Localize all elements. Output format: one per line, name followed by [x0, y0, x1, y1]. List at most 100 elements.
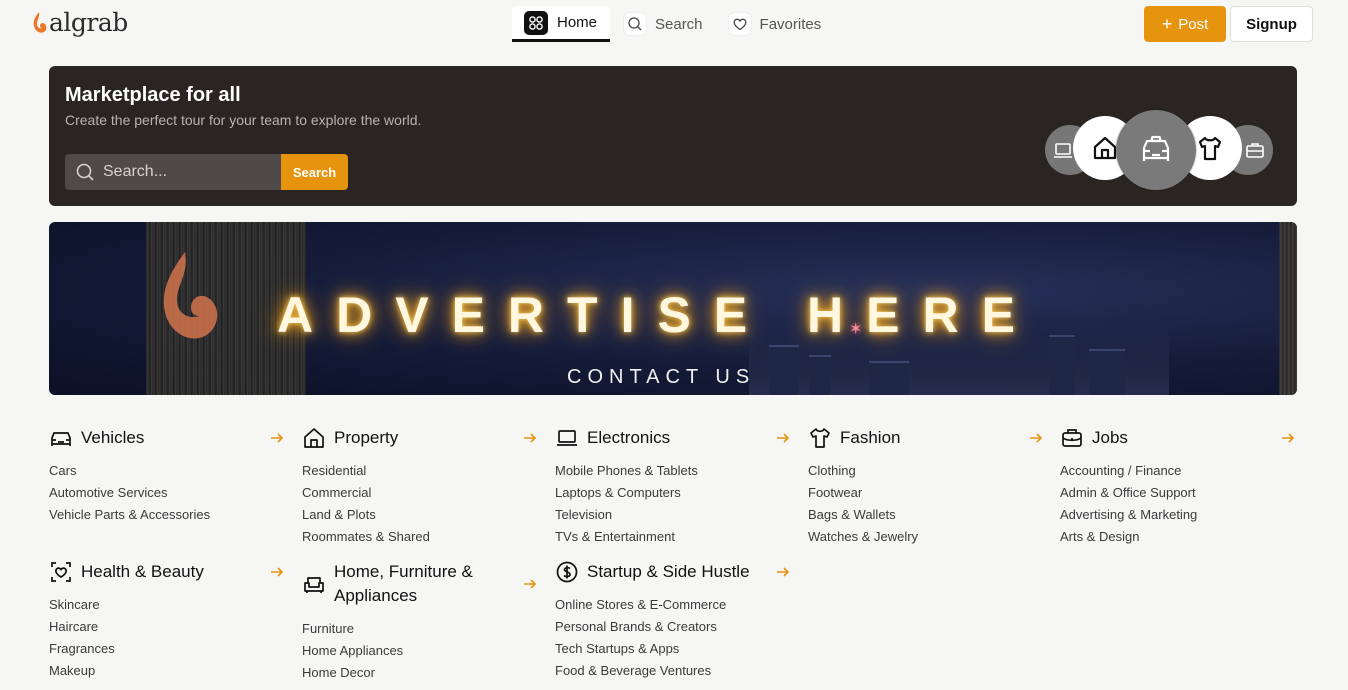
hero-search-input[interactable]: Search...	[65, 154, 281, 190]
list-item[interactable]: Laptops & Computers	[555, 482, 791, 504]
category-title: Jobs	[1092, 428, 1128, 447]
list-item[interactable]: Commercial	[302, 482, 538, 504]
banner-cta[interactable]: CONTACT US	[567, 366, 755, 389]
hero-subtitle: Create the perfect tour for your team to…	[65, 112, 422, 128]
list-item[interactable]: Bags & Wallets	[808, 504, 1044, 526]
category-header[interactable]: Home, Furniture & Appliances	[302, 560, 538, 608]
list-item[interactable]: TVs & Entertainment	[555, 526, 791, 548]
list-item[interactable]: Home Appliances	[302, 640, 538, 662]
list-item[interactable]: Admin & Office Support	[1060, 482, 1296, 504]
category-health-beauty: Health & Beauty Skincare Haircare Fragra…	[49, 560, 285, 682]
list-item[interactable]: Personal Brands & Creators	[555, 616, 791, 638]
list-item[interactable]: Arts & Design	[1060, 526, 1296, 548]
category-list: Accounting / Finance Admin & Office Supp…	[1060, 460, 1296, 548]
list-item[interactable]: Watches & Jewelry	[808, 526, 1044, 548]
list-item[interactable]: Footwear	[808, 482, 1044, 504]
main-nav: Home Search Favorites	[512, 6, 835, 42]
nav-favorites[interactable]: Favorites	[717, 6, 834, 42]
arrow-right-icon[interactable]	[522, 560, 538, 608]
nav-search-label: Search	[655, 15, 703, 33]
category-list: Mobile Phones & Tablets Laptops & Comput…	[555, 460, 791, 548]
search-icon	[624, 13, 646, 35]
list-item[interactable]: Fragrances	[49, 638, 285, 660]
flame-logo-icon	[163, 252, 218, 339]
arrow-right-icon[interactable]	[1280, 426, 1296, 450]
car-icon[interactable]	[1116, 110, 1196, 190]
category-title: Home, Furniture & Appliances	[334, 562, 473, 605]
category-header[interactable]: Health & Beauty	[49, 560, 285, 584]
list-item[interactable]: Television	[555, 504, 791, 526]
arrow-right-icon[interactable]	[269, 426, 285, 450]
brand-name: algrab	[49, 8, 128, 37]
arrow-right-icon[interactable]	[1028, 426, 1044, 450]
list-item[interactable]: Automotive Services	[49, 482, 285, 504]
category-carousel	[1043, 108, 1273, 194]
category-title: Health & Beauty	[81, 562, 204, 581]
list-item[interactable]: Furniture	[302, 618, 538, 640]
list-item[interactable]: Land & Plots	[302, 504, 538, 526]
category-title: Startup & Side Hustle	[587, 562, 750, 581]
hero-panel: Marketplace for all Create the perfect t…	[49, 66, 1297, 206]
category-list: Furniture Home Appliances Home Decor	[302, 618, 538, 684]
list-item[interactable]: Home Decor	[302, 662, 538, 684]
nav-home-label: Home	[557, 14, 598, 31]
list-item[interactable]: Cars	[49, 460, 285, 482]
hero-search-button[interactable]: Search	[281, 154, 348, 190]
list-item[interactable]: Tech Startups & Apps	[555, 638, 791, 660]
arrow-right-icon[interactable]	[522, 426, 538, 450]
list-item[interactable]: Haircare	[49, 616, 285, 638]
category-list: Clothing Footwear Bags & Wallets Watches…	[808, 460, 1044, 548]
car-icon	[49, 426, 73, 450]
post-button[interactable]: + Post	[1144, 6, 1226, 42]
category-title: Electronics	[587, 428, 671, 447]
briefcase-icon	[1060, 426, 1084, 450]
shirt-icon	[808, 426, 832, 450]
list-item[interactable]: Makeup	[49, 660, 285, 682]
list-item[interactable]: Food & Beverage Ventures	[555, 660, 791, 682]
category-title: Vehicles	[81, 428, 145, 447]
arrow-right-icon[interactable]	[775, 560, 791, 584]
brand-logo[interactable]: algrab	[32, 8, 128, 37]
list-item[interactable]: Skincare	[49, 594, 285, 616]
laptop-icon	[555, 426, 579, 450]
nav-home[interactable]: Home	[512, 6, 610, 42]
nav-search[interactable]: Search	[612, 6, 715, 42]
nav-favorites-label: Favorites	[759, 15, 822, 33]
list-item[interactable]: Accounting / Finance	[1060, 460, 1296, 482]
category-header[interactable]: Vehicles	[49, 426, 285, 450]
heart-icon	[49, 560, 73, 584]
category-title: Fashion	[840, 428, 901, 447]
category-header[interactable]: Startup & Side Hustle	[555, 560, 791, 584]
category-header[interactable]: Fashion	[808, 426, 1044, 450]
hero-search-placeholder: Search...	[103, 163, 168, 180]
hero-search-bar: Search... Search	[65, 154, 348, 190]
arrow-right-icon[interactable]	[775, 426, 791, 450]
category-jobs: Jobs Accounting / Finance Admin & Office…	[1060, 426, 1296, 548]
category-list: Skincare Haircare Fragrances Makeup	[49, 594, 285, 682]
category-header[interactable]: Electronics	[555, 426, 791, 450]
category-list: Online Stores & E-Commerce Personal Bran…	[555, 594, 791, 682]
list-item[interactable]: Roommates & Shared	[302, 526, 538, 548]
list-item[interactable]: Residential	[302, 460, 538, 482]
plus-icon: +	[1161, 14, 1173, 34]
category-list: Cars Automotive Services Vehicle Parts &…	[49, 460, 285, 526]
category-header[interactable]: Jobs	[1060, 426, 1296, 450]
category-fashion: Fashion Clothing Footwear Bags & Wallets…	[808, 426, 1044, 548]
list-item[interactable]: Mobile Phones & Tablets	[555, 460, 791, 482]
advertise-banner[interactable]: ✶ ADVERTISE HERE CONTACT US	[49, 222, 1297, 395]
banner-headline: ADVERTISE HERE	[277, 287, 1038, 343]
category-property: Property Residential Commercial Land & P…	[302, 426, 538, 548]
hero-title: Marketplace for all	[65, 84, 241, 106]
search-icon	[76, 163, 94, 181]
post-button-label: Post	[1178, 15, 1209, 33]
category-electronics: Electronics Mobile Phones & Tablets Lapt…	[555, 426, 791, 548]
category-header[interactable]: Property	[302, 426, 538, 450]
signup-button[interactable]: Signup	[1230, 6, 1313, 42]
list-item[interactable]: Clothing	[808, 460, 1044, 482]
list-item[interactable]: Vehicle Parts & Accessories	[49, 504, 285, 526]
building-edge-graphic	[1279, 222, 1297, 395]
arrow-right-icon[interactable]	[269, 560, 285, 584]
list-item[interactable]: Online Stores & E-Commerce	[555, 594, 791, 616]
list-item[interactable]: Advertising & Marketing	[1060, 504, 1296, 526]
category-title: Property	[334, 428, 399, 447]
